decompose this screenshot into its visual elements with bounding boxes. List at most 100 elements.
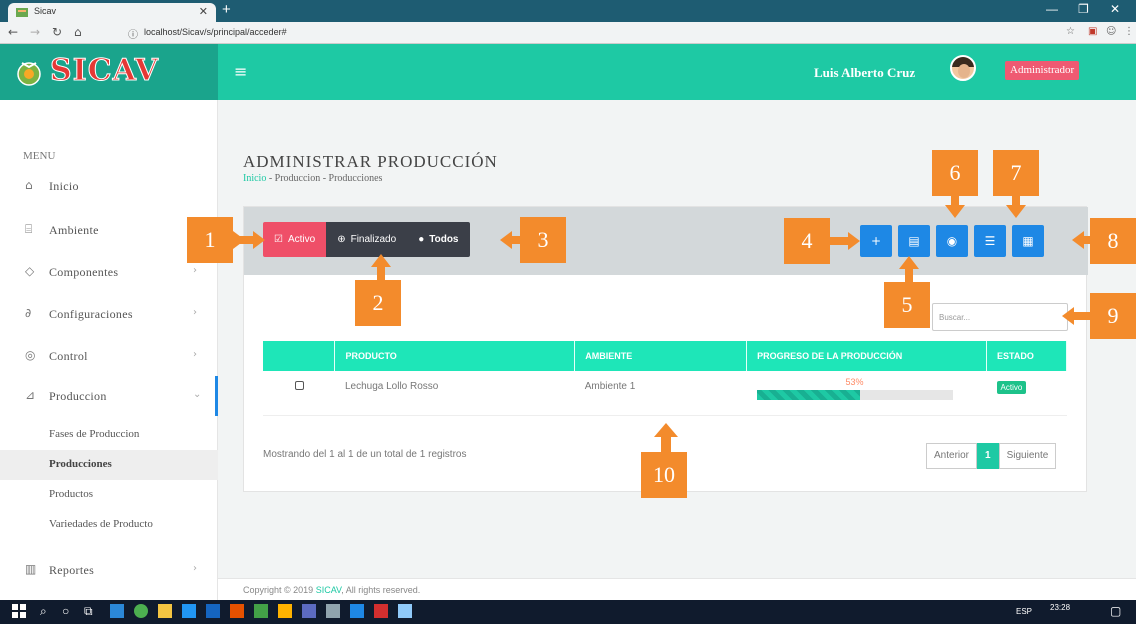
table-header-ambiente[interactable]: AMBIENTE — [574, 341, 748, 371]
table-header-progreso[interactable]: PROGRESO DE LA PRODUCCIÓN — [746, 341, 988, 371]
word-icon[interactable] — [182, 604, 196, 618]
search-input[interactable]: Buscar... — [932, 303, 1068, 331]
footer-brand-link[interactable]: SICAV — [316, 585, 342, 595]
language-indicator[interactable]: ESP — [1016, 607, 1032, 616]
pagination: Anterior 1 Siguiente — [926, 443, 1057, 469]
gauge-icon: ◎ — [25, 348, 36, 362]
app-icon[interactable] — [230, 604, 244, 618]
app-icon[interactable] — [398, 604, 412, 618]
cortana-icon[interactable]: ○ — [62, 604, 69, 618]
callout-8: 8 — [1090, 218, 1136, 264]
submenu-item-label: Variedades de Producto — [49, 518, 153, 530]
menu-dots-icon[interactable]: ⋮ — [1124, 26, 1134, 37]
close-tab-icon[interactable]: ✕ — [199, 5, 208, 18]
avatar[interactable] — [950, 55, 976, 81]
pdf-extension-icon[interactable]: ▣ — [1088, 26, 1097, 37]
profile-icon[interactable]: ☺ — [1106, 26, 1116, 37]
forward-icon[interactable]: → — [30, 25, 40, 39]
app-icon[interactable] — [206, 604, 220, 618]
table-header-producto[interactable]: PRODUCTO — [334, 341, 576, 371]
url-field[interactable]: localhost/Sicav/s/principal/acceder# — [144, 27, 287, 37]
sidebar-item-inicio[interactable]: ⌂ Inicio — [0, 166, 218, 206]
breadcrumb-path: - Produccion - Producciones — [266, 173, 383, 184]
calendar-button[interactable]: ▦ — [1012, 225, 1044, 257]
add-production-button[interactable]: + — [860, 225, 892, 257]
star-icon[interactable]: ☆ — [1066, 26, 1075, 37]
back-icon[interactable]: ← — [8, 25, 18, 39]
breadcrumb-home-link[interactable]: Inicio — [243, 173, 266, 184]
table-row[interactable]: Lechuga Lollo Rosso Ambiente 1 53% Activ… — [263, 371, 1067, 416]
sidebar-item-configuraciones[interactable]: ∂ Configuraciones › — [0, 294, 218, 334]
acrobat-icon[interactable] — [374, 604, 388, 618]
list-icon: ☰ — [984, 234, 996, 248]
task-view-icon[interactable]: ⧉ — [84, 604, 93, 619]
home-icon: ⌂ — [25, 178, 33, 192]
callout-9-arrow-shaft — [1073, 312, 1091, 320]
app-icon[interactable] — [302, 604, 316, 618]
app-icon[interactable] — [278, 604, 292, 618]
clock-time[interactable]: 23:28 — [1050, 603, 1070, 612]
top-navbar: ≡ Luis Alberto Cruz Administrador — [218, 44, 1136, 100]
minimize-icon[interactable]: — — [1046, 2, 1058, 16]
info-icon[interactable]: ⓘ — [128, 26, 138, 41]
callout-1-arrow-shaft — [233, 236, 255, 244]
sidebar-item-componentes[interactable]: ◇ Componentes › — [0, 252, 218, 292]
app-icon[interactable] — [254, 604, 268, 618]
filter-todos-button[interactable]: ● Todos — [407, 222, 470, 257]
list-button[interactable]: ☰ — [974, 225, 1006, 257]
chrome-icon[interactable] — [134, 604, 148, 618]
callout-6-arrow-head — [945, 205, 965, 218]
callout-5-arrow-shaft — [905, 268, 913, 282]
maximize-icon[interactable]: ❐ — [1078, 2, 1089, 16]
submenu-item-productos[interactable]: Productos — [0, 480, 218, 510]
close-window-icon[interactable]: ✕ — [1110, 2, 1120, 16]
search-icon[interactable]: ⌕ — [40, 604, 47, 619]
detail-card-button[interactable]: ▤ — [898, 225, 930, 257]
view-button[interactable]: ◉ — [936, 225, 968, 257]
submenu-item-label: Producciones — [49, 458, 112, 470]
file-explorer-icon[interactable] — [158, 604, 172, 618]
filter-activo-button[interactable]: ☑ Activo — [263, 222, 327, 257]
edge-icon[interactable] — [110, 604, 124, 618]
sidebar-item-reportes[interactable]: ▥ Reportes › — [0, 550, 218, 590]
chevron-right-icon: › — [193, 307, 197, 318]
breadcrumb: Inicio - Produccion - Producciones — [243, 173, 382, 184]
row-select-cell — [263, 371, 335, 416]
callout-6: 6 — [932, 150, 978, 196]
submenu-item-fases[interactable]: Fases de Produccion — [0, 420, 218, 450]
brand-logo-text: SICAV — [50, 53, 159, 89]
chevron-right-icon: › — [193, 265, 197, 276]
windows-start-icon[interactable] — [12, 604, 26, 618]
sidebar-item-label: Reportes — [49, 563, 95, 577]
user-name[interactable]: Luis Alberto Cruz — [814, 65, 915, 81]
callout-4: 4 — [784, 218, 830, 264]
new-tab-icon[interactable]: + — [222, 1, 231, 18]
pagination-prev-button[interactable]: Anterior — [926, 443, 978, 469]
home-browser-icon[interactable]: ⌂ — [74, 25, 82, 39]
app-icon[interactable] — [350, 604, 364, 618]
reload-icon[interactable]: ↻ — [52, 25, 62, 39]
notifications-icon[interactable]: ▢ — [1110, 604, 1121, 618]
callout-5: 5 — [884, 282, 930, 328]
logo-area[interactable]: SICAV — [0, 44, 218, 100]
bar-chart-icon: ▥ — [25, 562, 37, 576]
pagination-next-button[interactable]: Siguiente — [998, 443, 1057, 469]
pagination-page-button[interactable]: 1 — [977, 443, 999, 469]
toolbar: + ▤ ◉ ☰ ▦ — [860, 225, 1044, 257]
filter-finalizado-button[interactable]: ⊕ Finalizado — [326, 222, 408, 257]
settings-app-icon[interactable] — [326, 604, 340, 618]
browser-tab[interactable]: Sicav ✕ — [8, 3, 216, 22]
sidebar-item-ambiente[interactable]: ⌸ Ambiente — [0, 210, 218, 250]
sidebar-item-produccion[interactable]: ⊿ Produccion ⌄ — [0, 376, 218, 416]
submenu-item-variedades[interactable]: Variedades de Producto — [0, 510, 218, 540]
status-filter-group: ☑ Activo ⊕ Finalizado ● Todos — [263, 222, 470, 257]
table-header-estado[interactable]: ESTADO — [986, 341, 1067, 371]
estado-cell: Activo — [986, 371, 1067, 416]
productions-table: PRODUCTO AMBIENTE PROGRESO DE LA PRODUCC… — [263, 341, 1067, 416]
progress-bar-fill — [756, 390, 861, 400]
sidebar-item-control[interactable]: ◎ Control › — [0, 336, 218, 376]
row-checkbox[interactable] — [295, 381, 304, 390]
globe-icon: ● — [418, 234, 425, 245]
hamburger-menu-icon[interactable]: ≡ — [234, 62, 247, 81]
submenu-item-producciones[interactable]: Producciones — [0, 450, 218, 480]
